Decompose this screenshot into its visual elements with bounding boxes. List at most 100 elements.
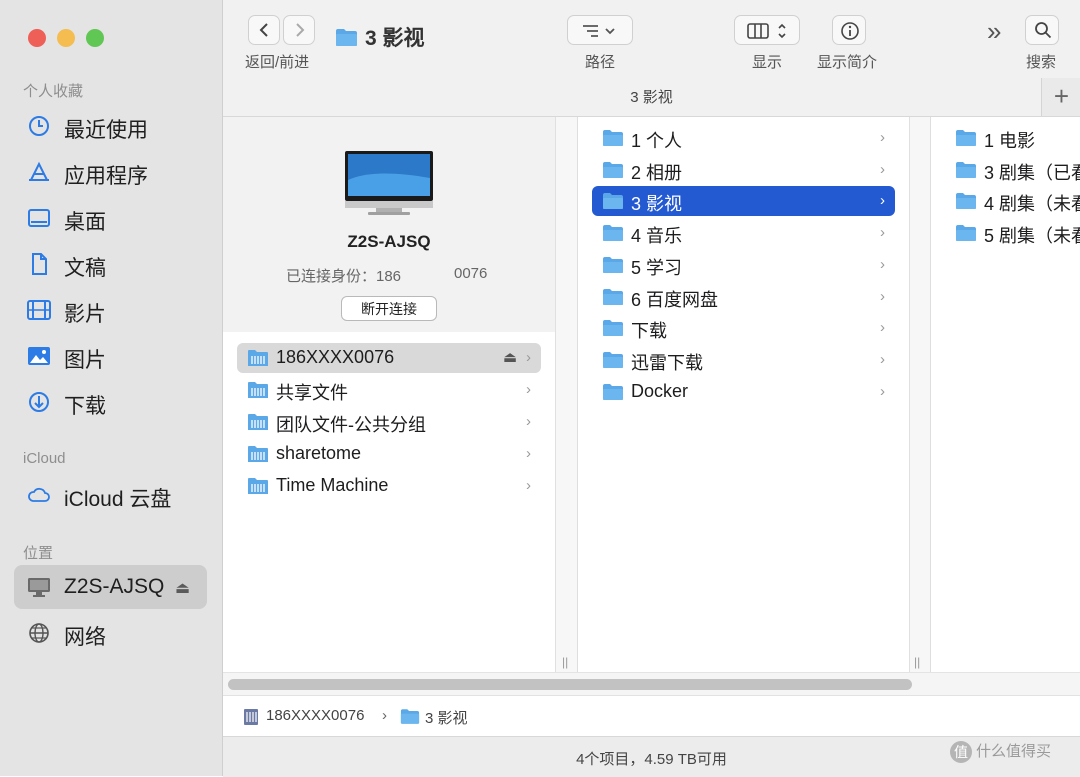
list-chevron-icon bbox=[583, 25, 615, 37]
window-title: 3 影视 bbox=[365, 27, 425, 50]
list-item[interactable]: sharetome › bbox=[237, 439, 541, 469]
column-resize-handle[interactable] bbox=[555, 117, 577, 672]
path-item[interactable]: 3 影视 bbox=[425, 707, 468, 728]
eject-icon[interactable]: ⏏ bbox=[503, 348, 517, 366]
folder-icon bbox=[603, 161, 623, 178]
sidebar-item-label: iCloud 云盘 bbox=[64, 488, 172, 511]
list-item[interactable]: 4 剧集（未看 bbox=[945, 186, 1080, 216]
folder-icon bbox=[603, 225, 623, 242]
chevron-right-icon: › bbox=[526, 445, 531, 462]
list-item[interactable]: 2 相册 › bbox=[592, 155, 895, 185]
watermark-text: 什么值得买 bbox=[976, 743, 1052, 760]
sidebar-item-label: 下载 bbox=[64, 395, 106, 418]
close-window-button[interactable] bbox=[28, 29, 46, 47]
folder-icon bbox=[603, 256, 623, 273]
server-share-icon bbox=[244, 709, 258, 725]
sidebar-item-icloud-drive[interactable]: iCloud 云盘 bbox=[14, 473, 207, 517]
chevron-right-icon: › bbox=[880, 382, 885, 400]
list-item[interactable]: 团队文件-公共分组 › bbox=[237, 407, 541, 437]
finder-window: 个人收藏 最近使用 应用程序 桌面 文稿 影片 图片 下载 iCloud iCl… bbox=[0, 0, 1080, 777]
sidebar-item-documents[interactable]: 文稿 bbox=[14, 242, 207, 286]
folder-icon bbox=[603, 320, 623, 337]
chevron-right-icon: › bbox=[880, 160, 885, 178]
forward-button[interactable] bbox=[283, 15, 315, 45]
sidebar-item-recents[interactable]: 最近使用 bbox=[14, 104, 207, 148]
list-item[interactable]: Docker › bbox=[592, 377, 895, 407]
toolbar: 返回/前进 3 影视 路径 显示 显示简介 » 搜索 3 影视 + bbox=[223, 0, 1080, 117]
item-name: Docker bbox=[631, 380, 689, 401]
minimize-window-button[interactable] bbox=[57, 29, 75, 47]
list-item[interactable]: 下载 › bbox=[592, 313, 895, 343]
list-item[interactable]: 3 影视 › bbox=[592, 186, 895, 217]
sidebar-item-z2s-ajsq[interactable]: Z2S-AJSQ ⏏ bbox=[14, 565, 207, 609]
item-name: 1 电影 bbox=[984, 131, 1036, 151]
list-item[interactable]: 3 剧集（已看 bbox=[945, 155, 1080, 185]
disconnect-button[interactable]: 断开连接 bbox=[341, 296, 437, 321]
item-name: 下载 bbox=[631, 321, 667, 342]
list-item[interactable]: 186XXXX0076 ⏏ › bbox=[237, 343, 541, 373]
new-tab-button[interactable]: + bbox=[1041, 78, 1080, 116]
list-item[interactable]: 1 电影 bbox=[945, 123, 1080, 153]
search-icon bbox=[1035, 22, 1052, 39]
chevron-left-icon bbox=[259, 23, 268, 37]
back-button[interactable] bbox=[248, 15, 280, 45]
sidebar-item-label: 图片 bbox=[64, 349, 106, 372]
chevron-right-icon: › bbox=[880, 319, 885, 337]
resize-grip-icon[interactable]: || bbox=[914, 655, 920, 669]
sidebar-item-label: 最近使用 bbox=[64, 119, 148, 142]
sidebar-item-applications[interactable]: 应用程序 bbox=[14, 150, 207, 194]
view-button[interactable] bbox=[734, 15, 800, 45]
list-item[interactable]: 1 个人 › bbox=[592, 123, 895, 153]
folder-icon bbox=[956, 161, 976, 178]
sidebar-item-desktop[interactable]: 桌面 bbox=[14, 196, 207, 240]
imac-icon bbox=[345, 151, 433, 215]
list-item[interactable]: 5 学习 › bbox=[592, 250, 895, 280]
eject-icon[interactable]: ⏏ bbox=[175, 578, 190, 598]
get-info-button[interactable] bbox=[832, 15, 866, 45]
list-item[interactable]: 4 音乐 › bbox=[592, 218, 895, 248]
item-name: 2 相册 bbox=[631, 162, 683, 183]
list-item[interactable]: 5 剧集（未看 bbox=[945, 218, 1080, 248]
info-icon bbox=[841, 22, 859, 40]
sidebar-item-label: 影片 bbox=[64, 303, 106, 326]
sidebar-item-pictures[interactable]: 图片 bbox=[14, 334, 207, 378]
list-item[interactable]: 迅雷下载 › bbox=[592, 345, 895, 375]
computer-icon bbox=[27, 576, 51, 598]
sidebar-item-label: 应用程序 bbox=[64, 165, 148, 188]
cloud-icon bbox=[27, 484, 51, 506]
resize-grip-icon[interactable]: || bbox=[562, 655, 568, 669]
device-name: Z2S-AJSQ bbox=[347, 232, 431, 251]
desktop-icon bbox=[27, 207, 51, 229]
path-item[interactable]: 186XXXX0076 bbox=[266, 707, 364, 724]
column-shares: Z2S-AJSQ 已连接身份：186 0076 断开连接 186XXXX0076… bbox=[223, 117, 555, 672]
item-name: sharetome bbox=[276, 443, 362, 463]
chevron-right-icon: › bbox=[880, 350, 885, 368]
folder-icon bbox=[956, 193, 976, 210]
column-resize-handle[interactable] bbox=[909, 117, 931, 672]
list-item[interactable]: 6 百度网盘 › bbox=[592, 282, 895, 312]
chevron-right-icon: › bbox=[880, 192, 885, 210]
maximize-window-button[interactable] bbox=[86, 29, 104, 47]
sidebar-item-network[interactable]: 网络 bbox=[14, 611, 207, 655]
chevron-right-icon: › bbox=[880, 255, 885, 273]
more-toolbar-icon[interactable]: » bbox=[987, 16, 1001, 47]
column-subfolders: 1 电影 3 剧集（已看 4 剧集（未看 5 剧集（未看 bbox=[930, 117, 1080, 672]
sidebar-item-downloads[interactable]: 下载 bbox=[14, 380, 207, 424]
list-item[interactable]: 共享文件 › bbox=[237, 375, 541, 405]
tab-title: 3 影视 bbox=[630, 89, 673, 106]
item-name: 3 影视 bbox=[631, 194, 683, 215]
scrollbar-thumb[interactable] bbox=[228, 679, 912, 690]
sidebar-item-movies[interactable]: 影片 bbox=[14, 288, 207, 332]
network-share-icon bbox=[248, 382, 268, 398]
horizontal-scrollbar[interactable] bbox=[223, 672, 1080, 695]
view-label: 显示 bbox=[752, 54, 783, 71]
chevron-right-icon: › bbox=[526, 381, 531, 398]
path-label: 路径 bbox=[585, 54, 616, 71]
locations-header: 位置 bbox=[23, 545, 54, 562]
sidebar: 个人收藏 最近使用 应用程序 桌面 文稿 影片 图片 下载 iCloud iCl… bbox=[0, 0, 223, 776]
path-menu-button[interactable] bbox=[567, 15, 633, 45]
search-button[interactable] bbox=[1025, 15, 1059, 45]
list-item[interactable]: Time Machine › bbox=[237, 471, 541, 501]
applications-icon bbox=[27, 161, 51, 183]
document-icon bbox=[27, 253, 51, 275]
